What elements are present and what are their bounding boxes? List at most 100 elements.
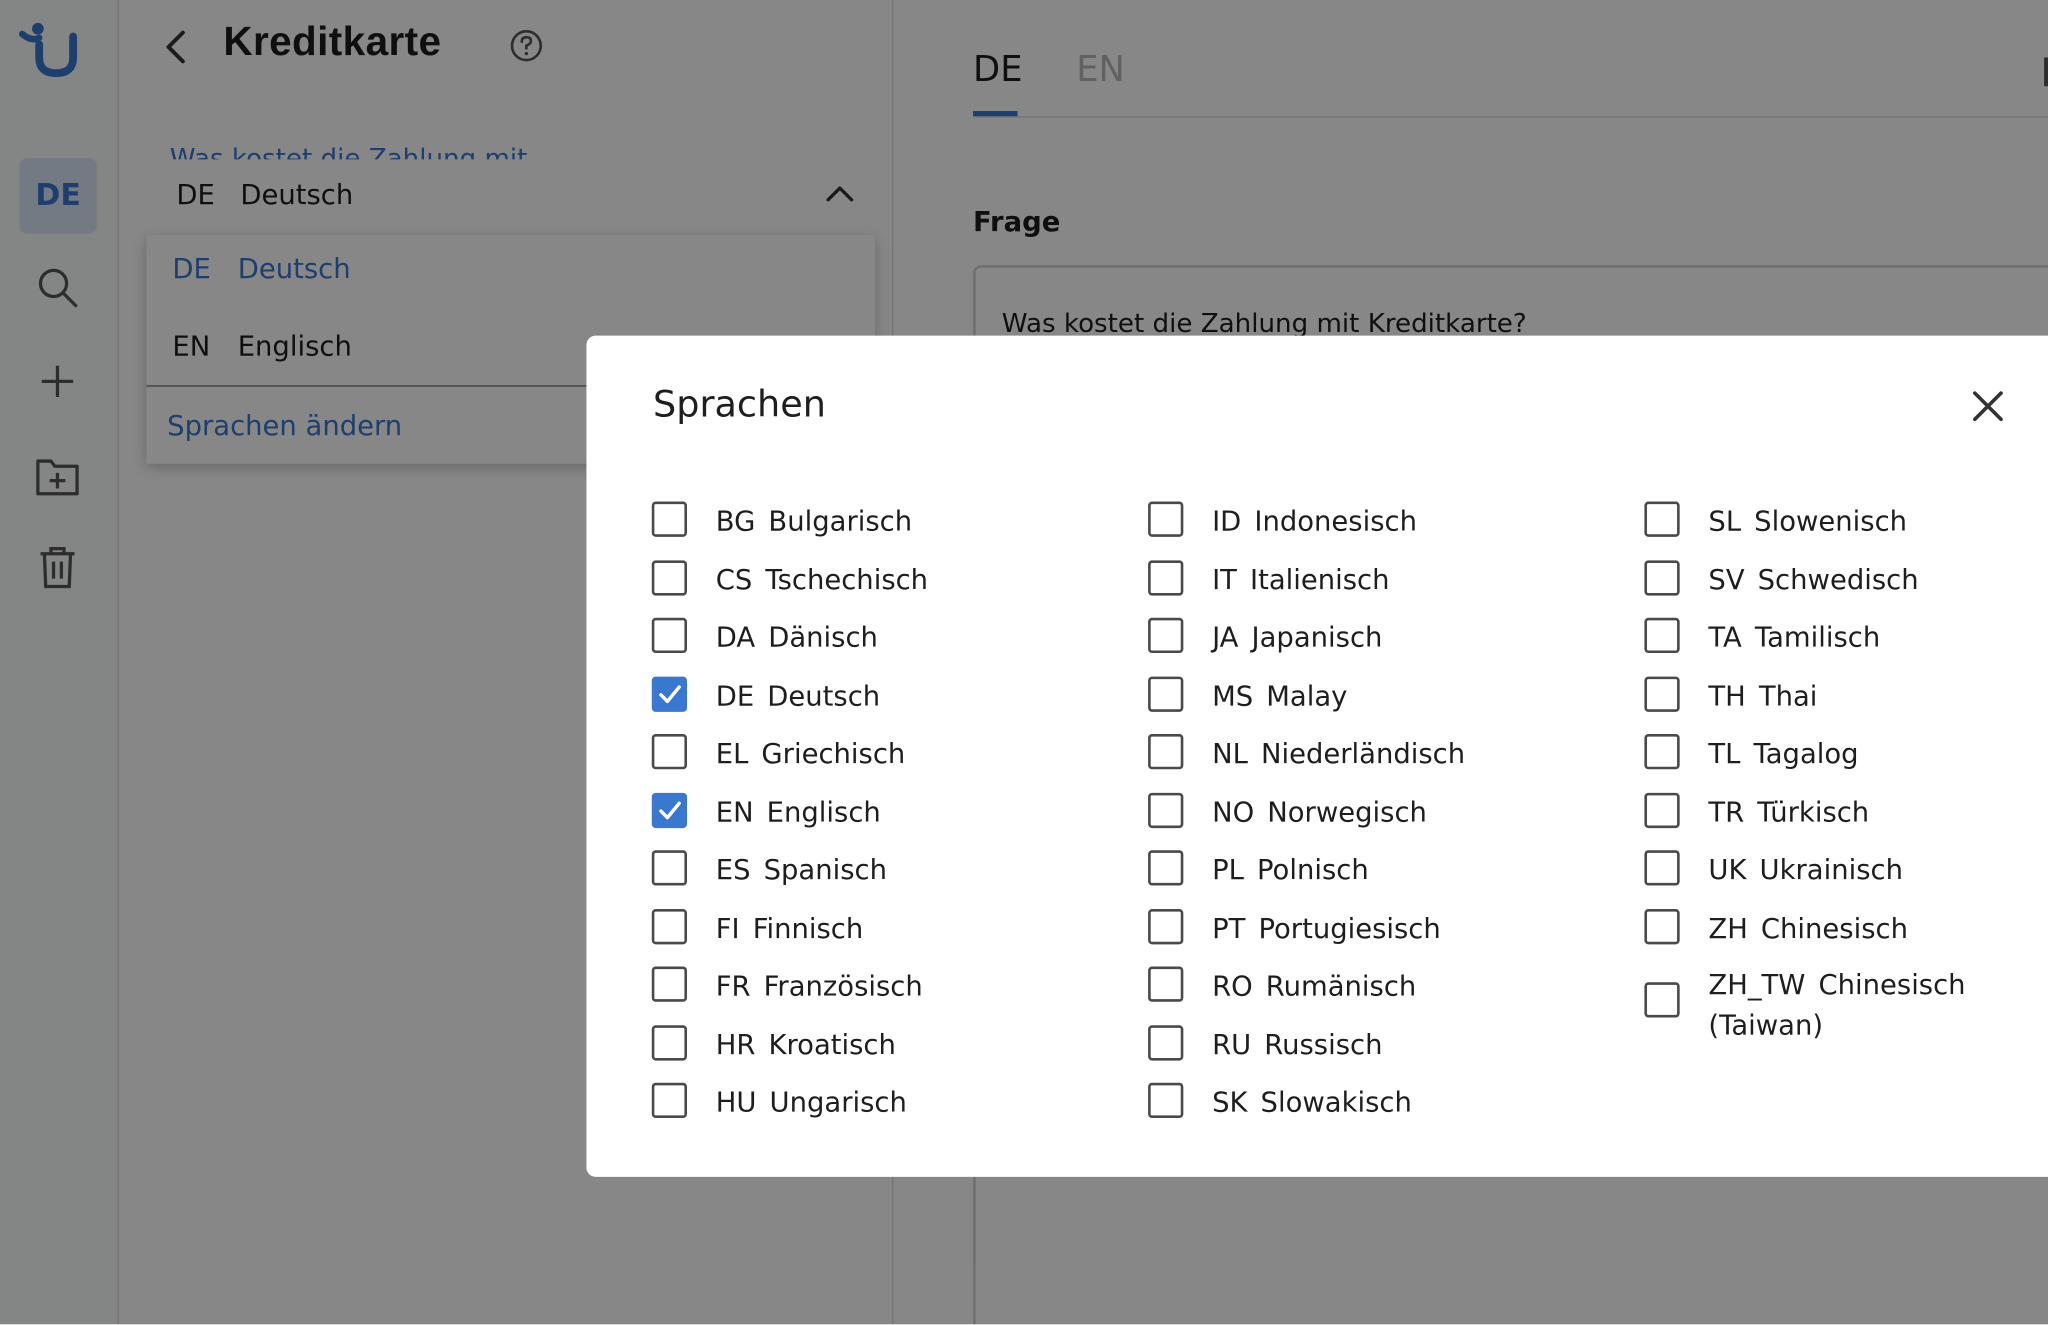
languages-modal: Sprachen BG Bulgarisch CS Tschechisch DA Däni… bbox=[586, 335, 2048, 1177]
checkbox[interactable] bbox=[651, 1082, 688, 1119]
language-code: HU bbox=[715, 1086, 757, 1119]
language-option-pt[interactable]: PT Portugiesisch bbox=[1148, 889, 1579, 946]
language-label: RU Russisch bbox=[1212, 1025, 1382, 1065]
language-option-hr[interactable]: HR Kroatisch bbox=[651, 1005, 1083, 1065]
checkbox[interactable] bbox=[651, 792, 688, 828]
checkbox[interactable] bbox=[1148, 850, 1184, 886]
checkbox[interactable] bbox=[1148, 617, 1184, 654]
language-option-sv[interactable]: SV Schwedisch bbox=[1644, 540, 2048, 597]
language-label: NO Norwegisch bbox=[1212, 792, 1427, 832]
language-option-de[interactable]: DE Deutsch bbox=[651, 656, 1083, 713]
language-code: BG bbox=[715, 505, 756, 537]
language-option-es[interactable]: ES Spanisch bbox=[651, 831, 1083, 888]
language-option-fr[interactable]: FR Französisch bbox=[651, 947, 1083, 1004]
checkbox[interactable] bbox=[1148, 1082, 1184, 1119]
checkbox[interactable] bbox=[1644, 734, 1680, 770]
language-option-hu[interactable]: HU Ungarisch bbox=[651, 1063, 1083, 1120]
language-name: Spanisch bbox=[763, 854, 887, 886]
language-name: Bulgarisch bbox=[768, 505, 913, 537]
checkbox[interactable] bbox=[651, 734, 688, 770]
language-label: IT Italienisch bbox=[1212, 560, 1389, 600]
language-option-zh[interactable]: ZH Chinesisch bbox=[1644, 889, 2048, 946]
checkbox[interactable] bbox=[1148, 966, 1184, 1002]
checkbox[interactable] bbox=[651, 559, 688, 595]
language-name: Rumänisch bbox=[1265, 970, 1417, 1002]
language-name: Kroatisch bbox=[768, 1028, 896, 1060]
language-name: Japanisch bbox=[1251, 621, 1383, 654]
language-option-th[interactable]: TH Thai bbox=[1644, 656, 2048, 713]
language-label: UK Ukrainisch bbox=[1708, 850, 1903, 890]
language-option-uk[interactable]: UK Ukrainisch bbox=[1644, 831, 2048, 888]
checkbox[interactable] bbox=[1148, 734, 1184, 770]
language-option-it[interactable]: IT Italienisch bbox=[1148, 540, 1579, 597]
language-code: ID bbox=[1212, 505, 1242, 537]
language-option-en[interactable]: EN Englisch bbox=[651, 773, 1083, 830]
checkbox[interactable] bbox=[1644, 850, 1680, 886]
language-label: HR Kroatisch bbox=[716, 1025, 896, 1065]
checkbox[interactable] bbox=[1148, 559, 1184, 595]
checkbox[interactable] bbox=[651, 908, 688, 944]
language-label: TL Tagalog bbox=[1708, 734, 1858, 774]
checkbox[interactable] bbox=[1644, 501, 1680, 537]
language-name: Chinesisch bbox=[1760, 912, 1908, 944]
checkbox[interactable] bbox=[651, 617, 688, 654]
checkbox[interactable] bbox=[1148, 501, 1184, 537]
checkbox[interactable] bbox=[1644, 675, 1680, 712]
language-code: SK bbox=[1212, 1086, 1248, 1119]
modal-title: Sprachen bbox=[653, 382, 826, 426]
language-option-fi[interactable]: FI Finnisch bbox=[651, 889, 1083, 946]
language-name: Finnisch bbox=[752, 912, 864, 944]
language-code: EL bbox=[715, 737, 749, 770]
language-code: ES bbox=[715, 854, 751, 886]
checkbox[interactable] bbox=[651, 966, 688, 1002]
language-option-no[interactable]: NO Norwegisch bbox=[1148, 773, 1579, 830]
language-option-zh_tw[interactable]: ZH_TW Chinesisch (Taiwan) bbox=[1644, 947, 2048, 1041]
language-option-sk[interactable]: SK Slowakisch bbox=[1148, 1063, 1579, 1120]
checkbox[interactable] bbox=[1148, 1024, 1184, 1060]
language-option-ru[interactable]: RU Russisch bbox=[1148, 1005, 1579, 1062]
checkbox[interactable] bbox=[651, 1024, 688, 1060]
language-code: PT bbox=[1212, 912, 1246, 944]
language-option-pl[interactable]: PL Polnisch bbox=[1148, 831, 1579, 888]
language-name: Norwegisch bbox=[1267, 796, 1427, 828]
checkbox[interactable] bbox=[1148, 792, 1184, 828]
checkbox[interactable] bbox=[1644, 792, 1680, 828]
checkbox[interactable] bbox=[1644, 617, 1680, 654]
language-name: Russisch bbox=[1264, 1028, 1383, 1060]
language-option-tr[interactable]: TR Türkisch bbox=[1644, 773, 2048, 830]
checkbox[interactable] bbox=[651, 675, 688, 712]
language-option-ms[interactable]: MS Malay bbox=[1148, 656, 1579, 713]
language-name: Thai bbox=[1758, 679, 1818, 712]
language-name: Französisch bbox=[763, 970, 923, 1002]
language-name: Indonesisch bbox=[1254, 505, 1417, 537]
language-option-id[interactable]: ID Indonesisch bbox=[1148, 482, 1579, 539]
language-option-ja[interactable]: JA Japanisch bbox=[1148, 598, 1579, 655]
language-option-el[interactable]: EL Griechisch bbox=[651, 714, 1083, 771]
language-label: PT Portugiesisch bbox=[1212, 908, 1441, 948]
language-code: SL bbox=[1708, 505, 1742, 537]
language-name: Tagalog bbox=[1753, 737, 1859, 770]
checkbox[interactable] bbox=[651, 501, 688, 537]
language-option-ta[interactable]: TA Tamilisch bbox=[1644, 598, 2048, 655]
language-option-sl[interactable]: SL Slowenisch bbox=[1644, 482, 2048, 539]
language-option-bg[interactable]: BG Bulgarisch bbox=[651, 482, 1083, 539]
language-name: Polnisch bbox=[1256, 854, 1369, 886]
checkmark-icon bbox=[659, 684, 681, 703]
checkbox[interactable] bbox=[1148, 908, 1184, 944]
checkbox[interactable] bbox=[1148, 675, 1184, 712]
checkbox[interactable] bbox=[1644, 559, 1680, 595]
language-option-da[interactable]: DA Dänisch bbox=[651, 598, 1083, 655]
checkbox[interactable] bbox=[651, 850, 688, 886]
language-option-nl[interactable]: NL Niederländisch bbox=[1148, 714, 1579, 771]
language-code: DE bbox=[715, 679, 755, 712]
language-option-tl[interactable]: TL Tagalog bbox=[1644, 714, 2048, 771]
language-code: FI bbox=[715, 912, 740, 944]
language-option-ro[interactable]: RO Rumänisch bbox=[1148, 947, 1579, 1004]
language-label: ZH_TW Chinesisch (Taiwan) bbox=[1708, 965, 2021, 1046]
language-code: EN bbox=[715, 796, 754, 828]
language-option-cs[interactable]: CS Tschechisch bbox=[651, 540, 1083, 597]
checkbox[interactable] bbox=[1644, 982, 1680, 1018]
checkbox[interactable] bbox=[1644, 908, 1680, 944]
close-icon[interactable] bbox=[1968, 387, 2007, 426]
language-name: Englisch bbox=[766, 796, 881, 828]
